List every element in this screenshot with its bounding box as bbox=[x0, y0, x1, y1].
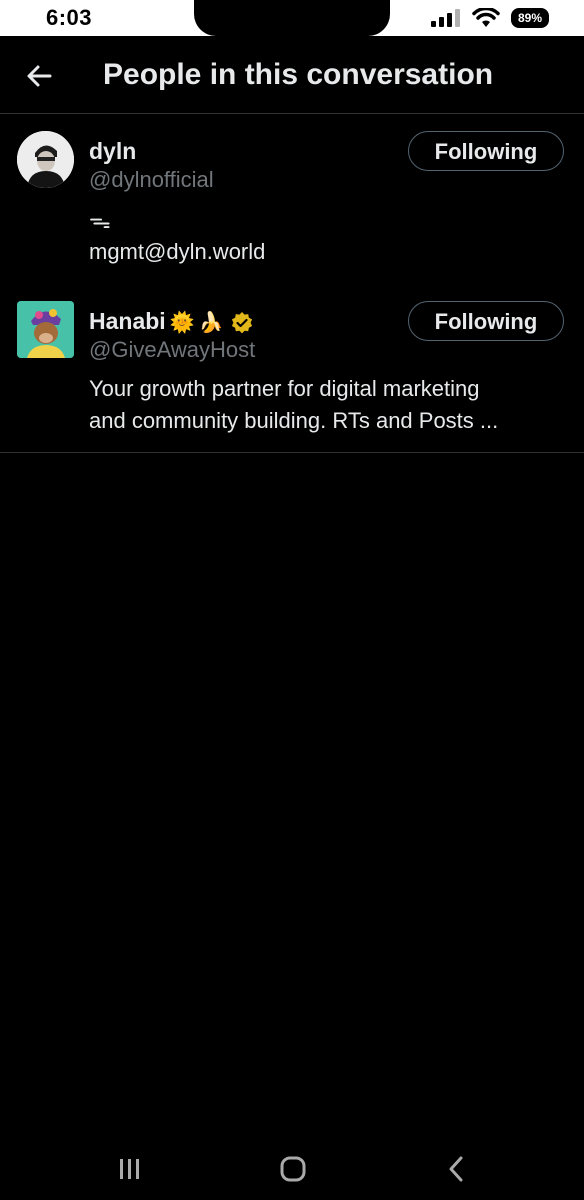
user-handle[interactable]: @GiveAwayHost bbox=[89, 337, 255, 363]
user-bio-line: and community building. RTs and Posts ..… bbox=[89, 408, 499, 433]
following-button[interactable]: Following bbox=[408, 131, 564, 171]
battery-indicator: 89% bbox=[511, 8, 549, 28]
page-title: People in this conversation bbox=[103, 58, 494, 91]
user-name[interactable]: dyln bbox=[89, 138, 136, 165]
camera-notch bbox=[194, 0, 390, 36]
nft-ape-avatar bbox=[17, 301, 74, 358]
status-bar: 6:03 89% bbox=[0, 0, 584, 36]
user-handle[interactable]: @dylnofficial bbox=[89, 167, 214, 193]
sun-emoji: 🌞 bbox=[169, 312, 195, 335]
user-bio-line: Your growth partner for digital marketin… bbox=[89, 376, 480, 401]
user-name[interactable]: Hanabi 🌞 🍌 bbox=[89, 308, 254, 335]
avatar-photo bbox=[17, 131, 74, 188]
user-list-item[interactable]: dyln @dylnofficial ᯓ mgmt@dyln.world Fol… bbox=[0, 114, 584, 284]
banana-emoji: 🍌 bbox=[198, 312, 224, 335]
list-divider bbox=[0, 452, 584, 453]
back-chevron-icon[interactable] bbox=[436, 1154, 476, 1184]
page-header: People in this conversation bbox=[0, 36, 584, 114]
user-bio-line: mgmt@dyln.world bbox=[89, 239, 266, 264]
home-icon[interactable] bbox=[273, 1154, 313, 1184]
system-nav-bar bbox=[0, 1140, 584, 1200]
arrow-left-icon[interactable] bbox=[22, 58, 58, 94]
verified-badge-icon[interactable] bbox=[230, 311, 254, 335]
user-name-text: Hanabi bbox=[89, 308, 166, 334]
signal-bars-icon bbox=[431, 9, 460, 27]
recents-icon[interactable] bbox=[110, 1154, 150, 1184]
following-button[interactable]: Following bbox=[408, 301, 564, 341]
avatar[interactable] bbox=[17, 131, 74, 188]
status-time: 6:03 bbox=[46, 5, 93, 30]
user-list-item[interactable]: Hanabi 🌞 🍌 @GiveAwayHost Your growth partn… bbox=[0, 284, 584, 452]
user-bio-line: ᯓ bbox=[89, 208, 111, 233]
wifi-icon bbox=[472, 8, 500, 27]
avatar[interactable] bbox=[17, 301, 74, 358]
